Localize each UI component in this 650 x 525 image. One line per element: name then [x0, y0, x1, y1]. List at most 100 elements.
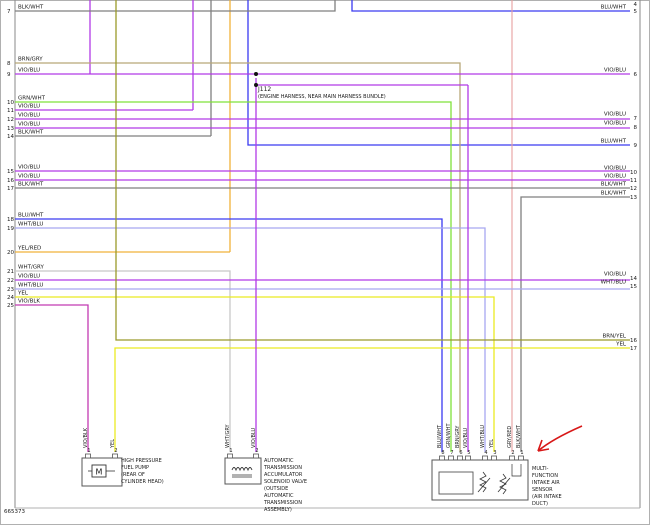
- component-3-pin-7: [448, 455, 454, 461]
- component-2-pin-1: [227, 453, 233, 459]
- right-pin-9-wire-label: BLU/WHT: [601, 139, 627, 145]
- left-pin-18-number: 18: [7, 217, 14, 223]
- component-3-pin-1: [518, 455, 524, 461]
- component-2-wire-label-2: VIO/BLU: [251, 428, 257, 448]
- right-pin-10-number: 10: [630, 170, 637, 176]
- left-pin-10-number: 10: [7, 100, 14, 106]
- component-3-wire-label-6: BRN/GRY: [455, 425, 461, 448]
- component-2-name-line-1: AUTOMATIC: [264, 458, 294, 464]
- component-2-name-line-4: SOLENOID VALVE: [264, 479, 307, 485]
- right-pin-15-wire-label: WHT/BLU: [601, 280, 626, 286]
- component-3-pin-3: [491, 455, 497, 461]
- right-pin-13-number: 13: [630, 195, 637, 201]
- left-pin-9-wire-label: VIO/BLU: [18, 68, 40, 74]
- component-3-name-line-6: DUCT): [532, 501, 548, 507]
- left-pin-24-number: 24: [7, 295, 14, 301]
- left-pin-25-number: 25: [7, 303, 14, 309]
- left-pin-12-number: 12: [7, 117, 14, 123]
- component-3-name-line-3: INTAKE AIR: [532, 480, 560, 486]
- component-3-pin-1-number: 1: [520, 450, 523, 456]
- component-3-pin-2: [509, 455, 515, 461]
- component-3-pin-4-number: 4: [484, 450, 487, 456]
- left-pin-17-number: 17: [7, 186, 14, 192]
- right-pin-13-wire-label: BLK/WHT: [601, 191, 627, 197]
- component-3-pin-5: [465, 455, 471, 461]
- left-pin-11-number: 11: [7, 108, 14, 114]
- left-pin-14-wire-label: BLK/WHT: [18, 130, 44, 136]
- left-pin-20-number: 20: [7, 250, 14, 256]
- component-3-pin-2-number: 2: [511, 450, 514, 456]
- component-2-name-line-7: TRANSMISSION: [263, 500, 302, 506]
- component-3-pin-8: [439, 455, 445, 461]
- component-3-name-line-4: SENSOR: [532, 487, 553, 493]
- right-pin-6-number: 6: [634, 72, 638, 78]
- component-1-wire-label-2: YEL: [110, 439, 116, 449]
- left-pin-24-wire-label: YEL: [17, 291, 29, 297]
- right-pin-7-wire-label: VIO/BLU: [604, 112, 626, 118]
- left-pin-8-wire-label: BRN/GRY: [18, 57, 43, 63]
- left-pin-15-wire-label: VIO/BLU: [18, 165, 40, 171]
- right-pin-15-number: 15: [630, 284, 637, 290]
- left-pin-7-wire-label: BLK/WHT: [18, 5, 44, 11]
- right-pin-17-number: 17: [630, 346, 637, 352]
- left-pin-12-wire-label: VIO/BLU: [18, 113, 40, 119]
- component-1-pin-1: [85, 453, 91, 459]
- left-pin-22-wire-label: VIO/BLU: [18, 274, 40, 280]
- component-3-pin-4: [482, 455, 488, 461]
- right-pin-7-number: 7: [634, 116, 638, 122]
- right-pin-11-wire-label: VIO/BLU: [604, 174, 626, 180]
- right-pin-12-wire-label: BLK/WHT: [601, 182, 627, 188]
- component-2-name-line-8: ASSEMBLY): [264, 507, 292, 513]
- left-pin-23-wire-label: WHT/BLU: [18, 283, 43, 289]
- component-2-pin-2: [253, 453, 259, 459]
- left-pin-15-number: 15: [7, 169, 14, 175]
- right-pin-5-wire-label: BLU/WHT: [601, 5, 627, 11]
- right-pin-9-number: 9: [634, 143, 638, 149]
- component-3-wire-label-5: VIO/BLU: [463, 428, 469, 448]
- right-pin-8-number: 8: [634, 125, 638, 131]
- left-pin-17-wire-label: BLK/WHT: [18, 182, 44, 188]
- component-2-name-line-6: AUTOMATIC: [264, 493, 294, 499]
- right-pin-10-wire-label: VIO/BLU: [604, 166, 626, 172]
- component-2-name-line-3: ACCUMULATOR: [264, 472, 303, 478]
- component-1-wire-label-1: VIO/BLK: [83, 427, 89, 448]
- sensor-module-box: [438, 471, 474, 495]
- component-3-name-line-2: FUNCTION: [532, 473, 558, 479]
- right-pin-16-wire-label: BRN/YEL: [603, 334, 627, 340]
- left-pin-13-number: 13: [7, 126, 14, 132]
- right-pin-11-number: 11: [630, 178, 637, 184]
- left-pin-19-wire-label: WHT/BLU: [18, 222, 43, 228]
- diagram-id: 665373: [4, 509, 25, 515]
- component-3-wire-label-8: BLU/WHT: [437, 424, 443, 448]
- left-pin-22-number: 22: [7, 278, 14, 284]
- component-2-name-line-5: (OUTSIDE: [264, 486, 288, 492]
- left-pin-14-number: 14: [7, 134, 14, 140]
- component-3-name-line-1: MULTI-: [532, 466, 549, 472]
- left-pin-16-number: 16: [7, 178, 14, 184]
- component-3-wire-label-3: YEL: [489, 439, 495, 449]
- right-pin-17-wire-label: YEL: [615, 342, 627, 348]
- component-3-pin-5-number: 5: [467, 450, 470, 456]
- component-3-pin-6: [457, 455, 463, 461]
- component-3-pin-6-number: 6: [459, 450, 462, 456]
- component-3-wire-label-1: BLK/WHT: [516, 424, 522, 448]
- left-pin-21-number: 21: [7, 269, 14, 275]
- j112-label: J112: [257, 86, 271, 93]
- j112-note: (ENGINE HARNESS, NEAR MAIN HARNESS BUNDL…: [258, 94, 386, 100]
- left-pin-25-wire-label: VIO/BLK: [18, 299, 40, 305]
- right-pin-14-wire-label: VIO/BLU: [604, 272, 626, 278]
- component-3-pin-8-number: 8: [441, 450, 444, 456]
- component-3-wire-label-7: GRN/WHT: [446, 423, 452, 448]
- splice-dot-upper: [254, 72, 258, 76]
- component-2-name-line-2: TRANSMISSION: [263, 465, 302, 471]
- component-1-pin-2: [112, 453, 118, 459]
- left-pin-10-wire-label: GRN/WHT: [18, 96, 46, 102]
- component-1-name-line-3: (REAR OF: [121, 472, 145, 478]
- left-pin-13-wire-label: VIO/BLU: [18, 122, 40, 128]
- right-pin-5-number: 5: [634, 9, 638, 15]
- left-pin-11-wire-label: VIO/BLU: [18, 104, 40, 110]
- component-1-name-line-2: FUEL PUMP: [121, 465, 149, 471]
- left-pin-23-number: 23: [7, 287, 14, 293]
- left-pin-7-number: 7: [7, 9, 11, 15]
- right-pin-6-wire-label: VIO/BLU: [604, 68, 626, 74]
